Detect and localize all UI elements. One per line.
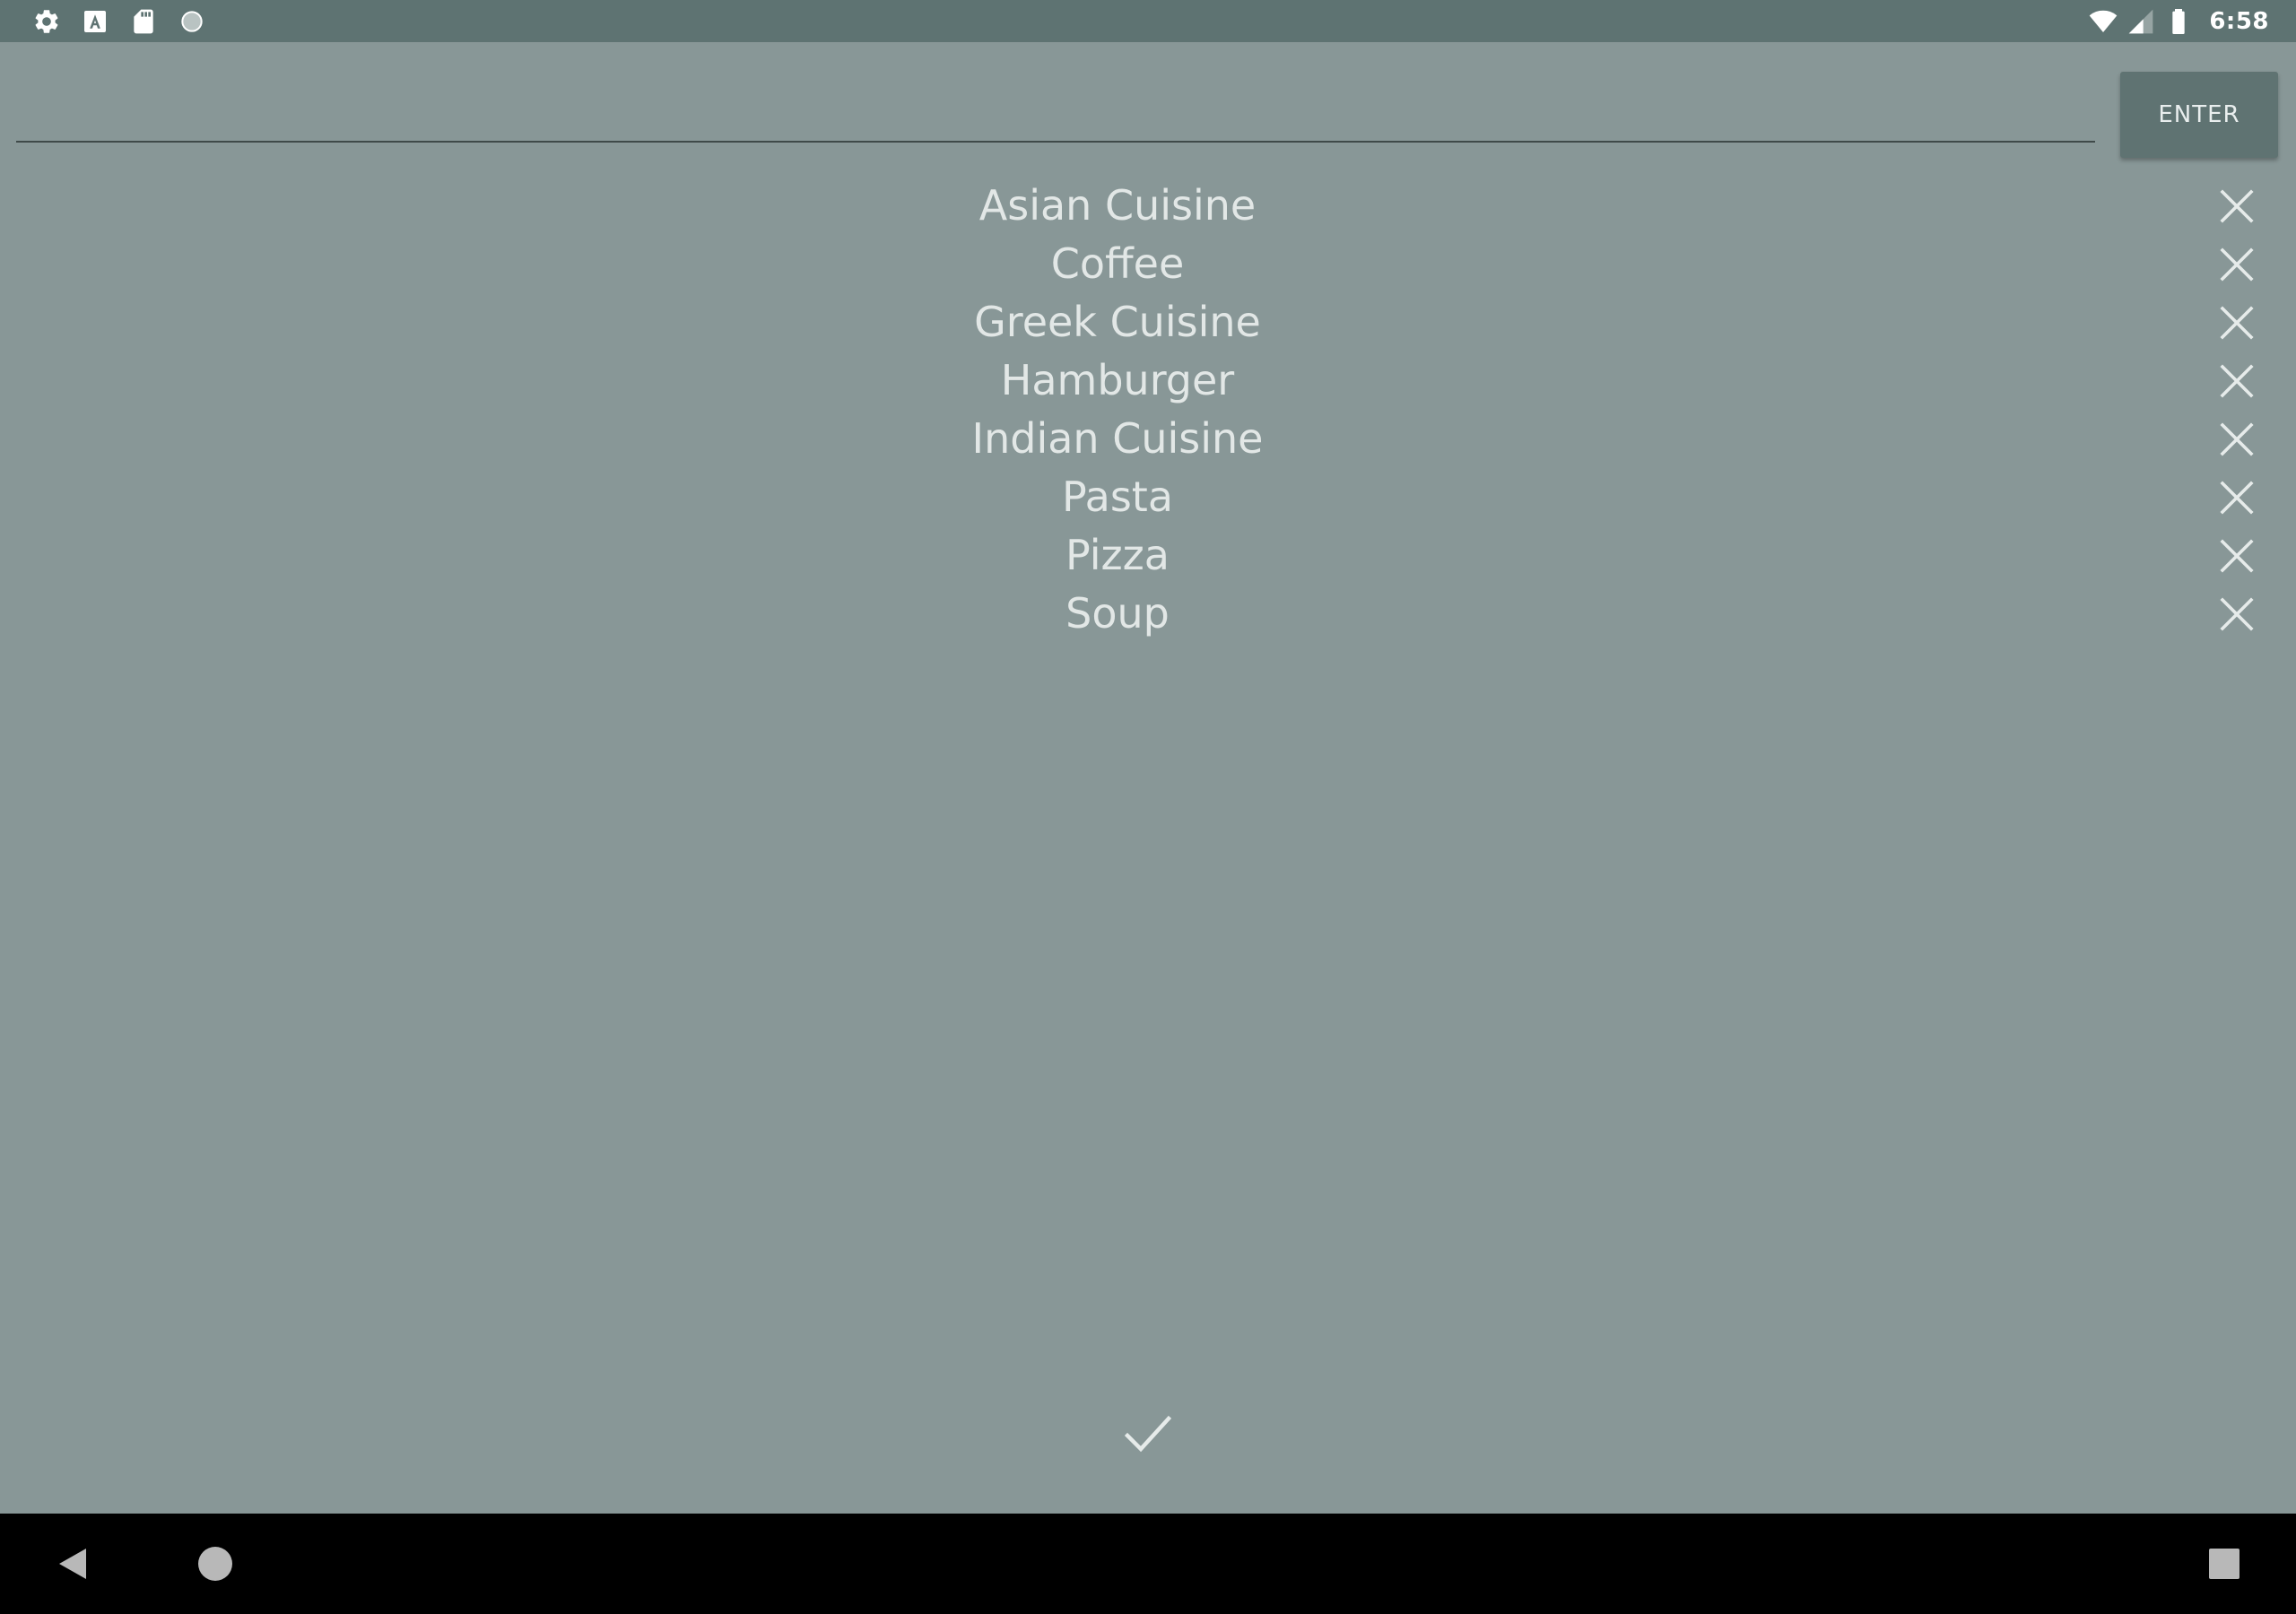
- item-label: Coffee: [1050, 239, 1185, 288]
- wifi-icon: [2089, 10, 2118, 32]
- input-row: ENTER: [0, 42, 2296, 159]
- close-icon[interactable]: [2217, 361, 2257, 401]
- recents-button[interactable]: [2197, 1514, 2251, 1614]
- home-icon: [198, 1547, 232, 1581]
- keyboard-a-icon: [84, 10, 106, 32]
- confirm-button[interactable]: [1121, 1410, 1175, 1458]
- check-icon: [1125, 1415, 1171, 1453]
- close-icon[interactable]: [2217, 478, 2257, 517]
- item-label: Indian Cuisine: [971, 414, 1264, 463]
- home-button[interactable]: [188, 1514, 242, 1614]
- navigation-bar: [0, 1514, 2296, 1614]
- close-icon[interactable]: [2217, 303, 2257, 343]
- status-system-icons: 6:58: [2089, 0, 2269, 42]
- close-icon[interactable]: [2217, 245, 2257, 284]
- close-icon[interactable]: [2217, 187, 2257, 226]
- back-icon: [59, 1549, 86, 1579]
- list-item: Asian Cuisine: [0, 177, 2296, 235]
- recents-icon: [2209, 1549, 2239, 1579]
- item-input[interactable]: [16, 69, 2095, 143]
- item-label: Pizza: [1065, 531, 1170, 579]
- circle-icon: [181, 10, 203, 32]
- item-label: Pasta: [1061, 473, 1174, 521]
- item-label: Asian Cuisine: [978, 181, 1257, 230]
- item-label: Hamburger: [1000, 356, 1235, 404]
- status-notification-icons: [32, 0, 206, 42]
- list-item: Greek Cuisine: [0, 293, 2296, 351]
- settings-icon: [35, 9, 58, 33]
- status-time: 6:58: [2209, 7, 2269, 35]
- close-icon[interactable]: [2217, 594, 2257, 634]
- enter-button[interactable]: ENTER: [2120, 72, 2278, 158]
- list-item: Soup: [0, 585, 2296, 643]
- item-label: Greek Cuisine: [974, 298, 1261, 346]
- back-button[interactable]: [45, 1514, 99, 1614]
- list-item: Pizza: [0, 526, 2296, 585]
- item-list: Asian Cuisine Coffee Greek Cuisine Hamburge…: [0, 177, 2296, 643]
- list-item: Pasta: [0, 468, 2296, 526]
- sd-card-icon: [134, 9, 153, 33]
- signal-icon: [2128, 9, 2153, 33]
- status-bar: 6:58: [0, 0, 2296, 42]
- list-item: Coffee: [0, 235, 2296, 293]
- item-label: Soup: [1065, 589, 1170, 638]
- list-item: Indian Cuisine: [0, 410, 2296, 468]
- close-icon[interactable]: [2217, 536, 2257, 576]
- close-icon[interactable]: [2217, 420, 2257, 459]
- list-item: Hamburger: [0, 351, 2296, 410]
- battery-icon: [2172, 8, 2185, 34]
